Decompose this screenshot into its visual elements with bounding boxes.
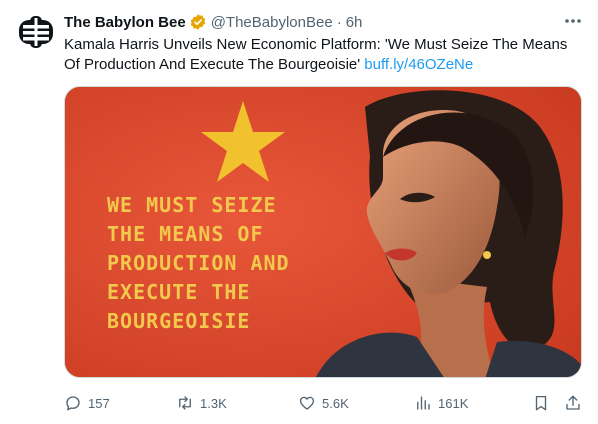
retweet-icon bbox=[179, 396, 191, 410]
share-icon bbox=[566, 395, 580, 410]
tweet-card[interactable]: The Babylon Bee @TheBabylonBee · 6h Kama… bbox=[0, 0, 598, 424]
poster-line: WE MUST SEIZE bbox=[107, 193, 277, 217]
retweet-button[interactable]: 1.3K bbox=[176, 394, 227, 412]
tweet-body: Kamala Harris Unveils New Economic Platf… bbox=[64, 36, 568, 73]
retweet-count: 1.3K bbox=[200, 395, 227, 411]
heart-icon bbox=[299, 396, 315, 410]
poster-line: THE MEANS OF bbox=[107, 222, 264, 246]
poster-line: BOURGEOISIE bbox=[107, 309, 251, 333]
reply-button[interactable]: 157 bbox=[64, 394, 110, 412]
poster-slogan: WE MUST SEIZE THE MEANS OF PRODUCTION AN… bbox=[107, 191, 317, 336]
bookmark-button[interactable] bbox=[532, 394, 556, 412]
verified-badge-icon bbox=[190, 14, 205, 30]
views-button[interactable]: 161K bbox=[414, 394, 468, 412]
share-button[interactable] bbox=[564, 394, 588, 412]
display-name[interactable]: The Babylon Bee bbox=[64, 14, 186, 31]
view-count: 161K bbox=[438, 395, 469, 411]
tweet-image[interactable]: WE MUST SEIZE THE MEANS OF PRODUCTION AN… bbox=[64, 86, 582, 378]
tweet-text: Kamala Harris Unveils New Economic Platf… bbox=[64, 35, 584, 75]
poster-line: PRODUCTION AND bbox=[107, 251, 290, 275]
babylon-bee-logo-icon bbox=[19, 16, 53, 48]
avatar[interactable] bbox=[16, 12, 56, 52]
more-horizontal-icon[interactable] bbox=[562, 12, 584, 30]
like-count: 5.6K bbox=[322, 395, 349, 411]
like-button[interactable]: 5.6K bbox=[298, 394, 349, 412]
tweet-header: The Babylon Bee @TheBabylonBee · 6h bbox=[64, 12, 362, 32]
tweet-link[interactable]: buff.ly/46OZeNe bbox=[364, 56, 473, 73]
views-chart-icon bbox=[417, 396, 430, 410]
separator: · bbox=[336, 13, 342, 31]
reply-count: 157 bbox=[88, 395, 110, 411]
author-handle[interactable]: @TheBabylonBee bbox=[211, 14, 333, 31]
reply-icon bbox=[66, 396, 80, 411]
action-bar: 157 1.3K 5.6K 161K bbox=[64, 392, 584, 414]
poster-line: EXECUTE THE bbox=[107, 280, 251, 304]
timestamp[interactable]: 6h bbox=[346, 14, 363, 31]
bookmark-icon bbox=[535, 395, 547, 411]
